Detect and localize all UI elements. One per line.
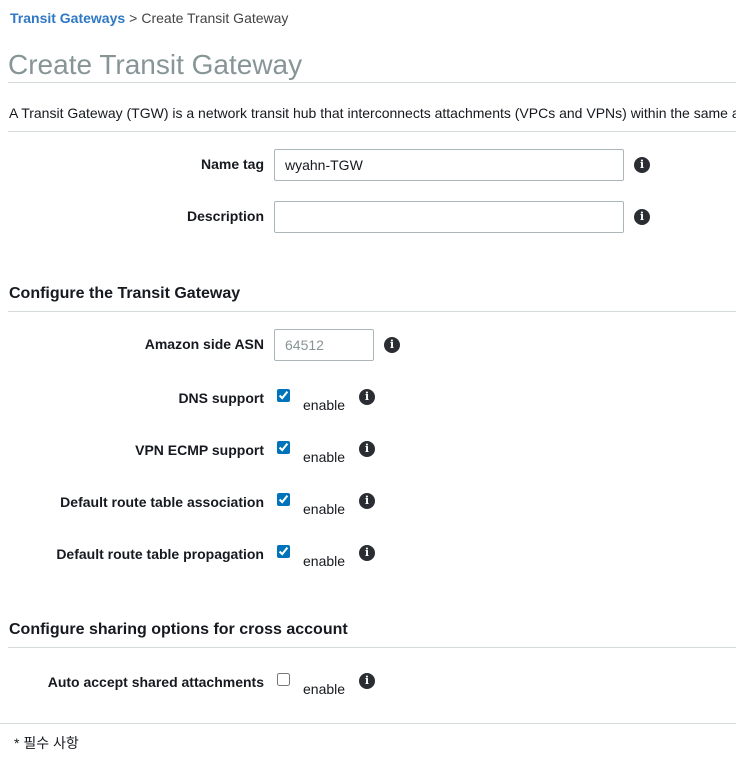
dns-support-enable-label: enable bbox=[303, 397, 346, 413]
section-title-configure: Configure the Transit Gateway bbox=[9, 285, 241, 302]
breadcrumb-current: Create Transit Gateway bbox=[141, 10, 289, 26]
name-tag-input[interactable] bbox=[274, 149, 624, 181]
asn-label: Amazon side ASN bbox=[144, 336, 264, 352]
asn-row: Amazon side ASN i bbox=[0, 329, 736, 361]
info-icon[interactable]: i bbox=[359, 389, 375, 405]
auto-accept-row: Auto accept shared attachments enable i bbox=[0, 672, 736, 704]
default-propagation-enable-label: enable bbox=[303, 553, 346, 569]
description-label: Description bbox=[186, 208, 264, 224]
footer-divider bbox=[0, 723, 736, 724]
vpn-ecmp-row: VPN ECMP support enable i bbox=[0, 440, 736, 472]
required-footnote: * 필수 사항 bbox=[14, 735, 79, 751]
dns-support-checkbox[interactable] bbox=[277, 389, 290, 402]
info-icon[interactable]: i bbox=[359, 441, 375, 457]
dns-support-row: DNS support enable i bbox=[0, 388, 736, 420]
asn-input[interactable] bbox=[274, 329, 374, 361]
default-propagation-row: Default route table propagation enable i bbox=[0, 544, 736, 576]
sharing-divider bbox=[8, 647, 736, 648]
breadcrumb-transit-gateways-link[interactable]: Transit Gateways bbox=[10, 10, 125, 26]
create-transit-gateway-page: Transit Gateways > Create Transit Gateway … bbox=[0, 0, 736, 766]
info-icon[interactable]: i bbox=[384, 337, 400, 353]
info-icon[interactable]: i bbox=[634, 209, 650, 225]
page-title: Create Transit Gateway bbox=[8, 49, 303, 80]
vpn-ecmp-enable-label: enable bbox=[303, 449, 346, 465]
info-icon[interactable]: i bbox=[359, 493, 375, 509]
info-icon[interactable]: i bbox=[359, 673, 375, 689]
vpn-ecmp-label: VPN ECMP support bbox=[135, 442, 264, 458]
description-row: Description i bbox=[0, 201, 736, 233]
breadcrumb-separator: > bbox=[129, 10, 138, 26]
breadcrumb: Transit Gateways > Create Transit Gateway bbox=[10, 10, 288, 27]
section-title-sharing: Configure sharing options for cross acco… bbox=[9, 621, 348, 638]
default-propagation-label: Default route table propagation bbox=[56, 546, 264, 562]
intro-divider bbox=[8, 131, 736, 132]
default-propagation-checkbox[interactable] bbox=[277, 545, 290, 558]
default-association-checkbox[interactable] bbox=[277, 493, 290, 506]
auto-accept-enable-label: enable bbox=[303, 681, 346, 697]
configure-divider bbox=[8, 311, 736, 312]
auto-accept-checkbox[interactable] bbox=[277, 673, 290, 686]
default-association-enable-label: enable bbox=[303, 501, 346, 517]
info-icon[interactable]: i bbox=[359, 545, 375, 561]
vpn-ecmp-checkbox[interactable] bbox=[277, 441, 290, 454]
dns-support-label: DNS support bbox=[178, 390, 264, 406]
title-divider bbox=[8, 82, 736, 83]
default-association-row: Default route table association enable i bbox=[0, 492, 736, 524]
auto-accept-label: Auto accept shared attachments bbox=[47, 674, 264, 690]
description-input[interactable] bbox=[274, 201, 624, 233]
name-tag-label: Name tag bbox=[200, 156, 264, 172]
default-association-label: Default route table association bbox=[60, 494, 264, 510]
name-tag-row: Name tag i bbox=[0, 149, 736, 181]
info-icon[interactable]: i bbox=[634, 157, 650, 173]
intro-text: A Transit Gateway (TGW) is a network tra… bbox=[9, 105, 736, 121]
